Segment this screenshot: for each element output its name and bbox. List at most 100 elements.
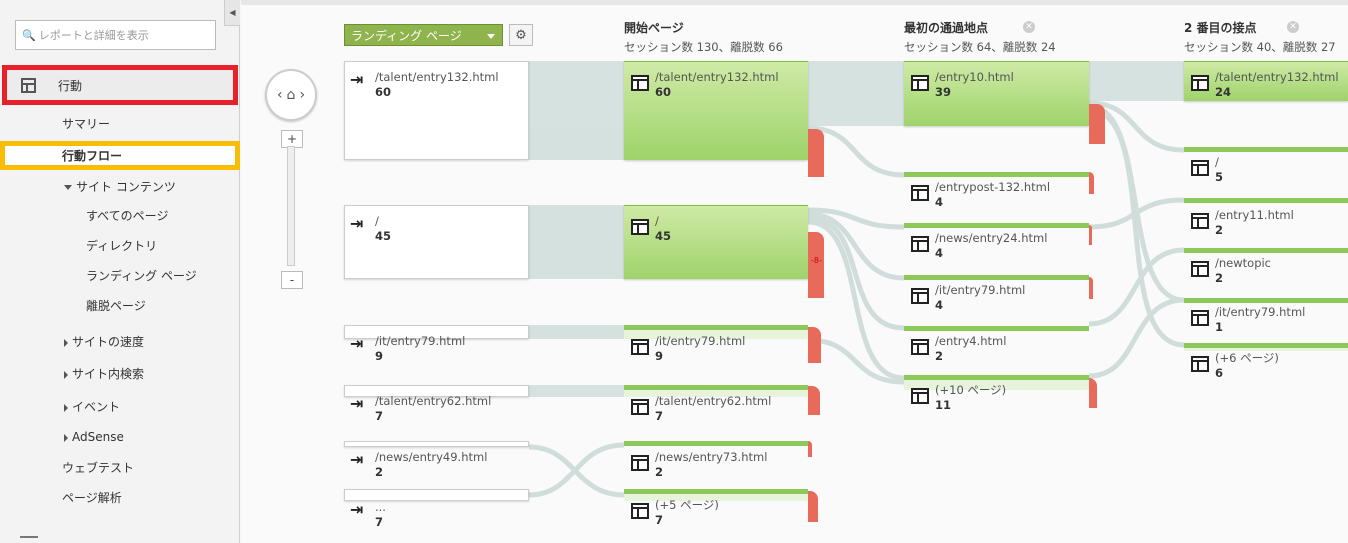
node-count: 7 [375, 515, 384, 529]
entrance-arrow-icon: ⇥ [350, 394, 364, 413]
zoom-slider[interactable] [287, 146, 295, 266]
remove-column-icon[interactable]: ✕ [1287, 21, 1299, 33]
node-count: 2 [655, 465, 664, 479]
pan-right-icon[interactable]: › [299, 87, 305, 103]
page-node[interactable] [1184, 298, 1348, 303]
remove-column-icon[interactable]: ✕ [1023, 21, 1035, 33]
node-count: 5 [1215, 170, 1224, 184]
page-node[interactable] [904, 172, 1089, 177]
node-page: ... [375, 500, 386, 514]
landing-node[interactable] [344, 441, 529, 447]
dropoff-bar[interactable] [1089, 172, 1094, 194]
node-page: /talent/entry62.html [655, 394, 772, 408]
dropoff-bar[interactable] [808, 491, 818, 522]
node-label: /entrypost-132.html 4 [935, 180, 1050, 210]
page-node[interactable] [1184, 198, 1348, 203]
dropoff-bar[interactable] [808, 441, 812, 457]
gear-icon: ⚙ [515, 27, 527, 43]
page-node[interactable] [904, 275, 1089, 280]
node-label: /5 [1215, 155, 1223, 185]
dropoff-bar[interactable] [808, 232, 824, 298]
dimension-label: ランディング ページ [351, 28, 462, 43]
flow-band [529, 205, 624, 279]
page-node[interactable] [624, 205, 808, 279]
pan-control[interactable]: ‹ ⌂ › [265, 69, 317, 121]
column-stats: セッション数 130、離脱数 66 [624, 40, 783, 54]
node-label: /it/entry79.html 9 [655, 334, 745, 364]
chevron-down-icon [487, 34, 495, 39]
node-label: /news/entry73.html 2 [655, 450, 767, 480]
node-label: /it/entry79.html 1 [1215, 305, 1305, 335]
page-node[interactable] [1184, 248, 1348, 253]
page-node[interactable] [1184, 343, 1348, 351]
page-icon [631, 399, 649, 415]
page-icon [911, 236, 929, 252]
node-count: 4 [935, 246, 944, 260]
page-icon [1191, 75, 1209, 91]
page-node[interactable] [1184, 147, 1348, 152]
node-count: 1 [1215, 320, 1224, 334]
node-label: /newtopic 2 [1215, 256, 1271, 286]
node-page: / [655, 214, 659, 228]
settings-button[interactable]: ⚙ [509, 24, 533, 46]
column-header-first: 最初の通過地点 セッション数 64、離脱数 24 ✕ [904, 19, 1056, 55]
column-title: 開始ページ [624, 21, 684, 35]
page-node[interactable] [904, 326, 1089, 331]
dropoff-bar[interactable] [1089, 225, 1092, 245]
node-count: 45 [375, 229, 392, 243]
node-label: /news/entry49.html 2 [375, 450, 487, 480]
node-label: (+6 ページ) 6 [1215, 351, 1279, 381]
node-page: /talent/entry62.html [375, 394, 492, 408]
node-page: (+6 ページ) [1215, 351, 1279, 365]
node-label: /talent/entry62.html 7 [655, 394, 771, 424]
node-page: /entrypost-132.html [935, 180, 1051, 194]
entrance-arrow-icon: ⇥ [350, 450, 364, 469]
node-page: (+5 ページ) [655, 498, 719, 512]
node-count: 4 [935, 195, 944, 209]
node-label: /news/entry24.html 4 [935, 231, 1047, 261]
page-icon [631, 219, 649, 235]
flow-link [1088, 297, 1185, 379]
dropoff-bar[interactable] [1089, 277, 1093, 299]
page-node[interactable] [904, 223, 1089, 228]
page-icon [631, 503, 649, 519]
page-icon [911, 185, 929, 201]
page-icon [911, 75, 929, 91]
pan-left-icon[interactable]: ‹ [277, 87, 283, 103]
node-label: /entry11.html 2 [1215, 208, 1294, 238]
landing-node[interactable] [344, 489, 529, 501]
node-count: 4 [935, 298, 944, 312]
entrance-arrow-icon: ⇥ [350, 214, 364, 233]
page-icon [631, 339, 649, 355]
zoom-out-button[interactable]: - [281, 271, 303, 289]
node-count: 7 [375, 409, 384, 423]
node-count: 2 [935, 349, 944, 363]
node-count: 9 [375, 349, 384, 363]
page-icon [1191, 356, 1209, 372]
dimension-dropdown[interactable]: ランディング ページ [344, 24, 503, 46]
node-page: /entry10.html [935, 70, 1014, 84]
node-label: /talent/entry132.html 60 [655, 70, 779, 100]
column-header-start: 開始ページ セッション数 130、離脱数 66 [624, 19, 783, 55]
home-icon[interactable]: ⌂ [287, 87, 296, 103]
dropoff-bar[interactable] [808, 129, 824, 177]
node-page: /entry4.html [935, 334, 1007, 348]
node-count: 60 [375, 85, 392, 99]
node-label: /entry4.html 2 [935, 334, 1006, 364]
node-count: 2 [1215, 271, 1224, 285]
landing-node[interactable] [344, 205, 529, 279]
entrance-arrow-icon: ⇥ [350, 334, 364, 353]
dropoff-bar[interactable] [808, 386, 820, 415]
dropoff-bar[interactable] [1089, 378, 1097, 408]
page-node[interactable] [624, 441, 808, 446]
dropoff-bar[interactable] [808, 327, 821, 363]
node-count: 7 [655, 409, 664, 423]
flow-band [1089, 61, 1184, 101]
page-icon [1191, 261, 1209, 277]
flow-band [529, 385, 624, 397]
column-stats: セッション数 40、離脱数 27 [1184, 40, 1336, 54]
page-icon [1191, 160, 1209, 176]
node-label: /talent/entry62.html 7 [375, 394, 491, 424]
dropoff-bar[interactable] [1089, 104, 1105, 144]
node-label: /45 [375, 214, 391, 244]
